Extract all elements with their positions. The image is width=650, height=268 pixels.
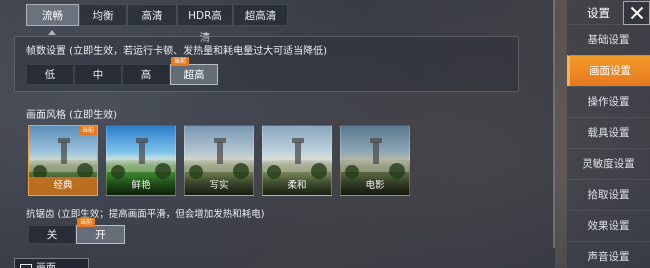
display-icon xyxy=(20,264,32,268)
style-title: 画面风格 (立即生效) xyxy=(26,110,117,121)
caret-up-icon xyxy=(48,30,56,35)
fps-title: 帧数设置 (立即生效，若运行卡顿、发热量和耗电量过大可适当降低) xyxy=(26,46,327,57)
quality-option-hdr[interactable]: HDR高清 xyxy=(177,4,233,44)
style-option-label: 电影 xyxy=(341,177,409,195)
style-option-label: 写实 xyxy=(185,177,253,195)
display-button[interactable]: 画面 xyxy=(14,258,89,268)
quality-tabs: 流畅 均衡 高清 HDR高清 超高清 xyxy=(26,4,288,44)
sidebar-item-vehicle[interactable]: 载具设置 xyxy=(567,117,650,148)
fps-option-high[interactable]: 高 xyxy=(122,64,170,85)
sidebar-item-controls[interactable]: 操作设置 xyxy=(567,86,650,117)
style-option-label: 经典 xyxy=(29,177,97,195)
style-option-label: 鲜艳 xyxy=(107,177,175,195)
quality-option-hd[interactable]: 高清 xyxy=(127,4,177,26)
scene-tower xyxy=(214,138,226,164)
scene-tower xyxy=(370,138,382,164)
fps-option-label: 超高 xyxy=(183,69,205,81)
style-option-cinematic[interactable]: 电影 xyxy=(340,125,410,196)
sidebar-item-pickup[interactable]: 拾取设置 xyxy=(567,179,650,210)
antialias-options: 关 当前 开 xyxy=(28,218,125,244)
style-option-classic[interactable]: 当前 经典 xyxy=(28,125,98,196)
display-button-label: 画面 xyxy=(36,262,56,268)
sidebar-item-audio[interactable]: 声音设置 xyxy=(567,241,650,268)
fps-option-medium[interactable]: 中 xyxy=(74,64,122,85)
fps-option-low[interactable]: 低 xyxy=(26,64,74,85)
sidebar-title: 设置 xyxy=(587,6,610,20)
current-badge: 当前 xyxy=(78,126,97,135)
antialias-option-off[interactable]: 关 xyxy=(28,225,76,244)
fps-options: 低 中 高 当前 超高 xyxy=(26,57,218,85)
sidebar-item-sensitivity[interactable]: 灵敏度设置 xyxy=(567,148,650,179)
current-badge: 当前 xyxy=(171,57,190,66)
quality-option-smooth[interactable]: 流畅 xyxy=(26,4,79,26)
current-badge: 当前 xyxy=(77,218,96,227)
quality-option-ultra-hd[interactable]: 超高清 xyxy=(233,4,288,26)
scene-tower xyxy=(58,138,70,164)
style-option-label: 柔和 xyxy=(263,177,331,195)
antialias-option-on[interactable]: 当前 开 xyxy=(76,218,125,244)
close-icon xyxy=(630,6,643,20)
quality-option-balanced[interactable]: 均衡 xyxy=(79,4,127,26)
sidebar-item-effects[interactable]: 效果设置 xyxy=(567,210,650,241)
fps-option-ultra[interactable]: 当前 超高 xyxy=(170,57,218,85)
scene-tower xyxy=(136,138,148,164)
style-options: 当前 经典 鲜艳 写实 柔和 电影 xyxy=(28,125,410,196)
antialias-title: 抗锯齿 (立即生效；提高画面平滑，但会增加发热和耗电) xyxy=(26,209,265,220)
style-option-vivid[interactable]: 鲜艳 xyxy=(106,125,176,196)
close-button[interactable] xyxy=(623,1,650,25)
sidebar-item-basic[interactable]: 基础设置 xyxy=(567,24,650,55)
style-option-soft[interactable]: 柔和 xyxy=(262,125,332,196)
scene-tower xyxy=(292,138,304,164)
sidebar-item-graphics[interactable]: 画面设置 xyxy=(567,55,650,86)
style-option-realistic[interactable]: 写实 xyxy=(184,125,254,196)
antialias-option-label: 开 xyxy=(95,229,106,241)
